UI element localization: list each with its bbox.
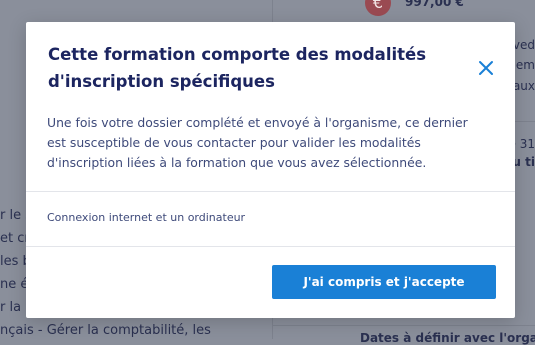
right-divider (272, 325, 535, 326)
requirement-item: Connexion internet et un ordinateur (47, 211, 246, 224)
right-column-text: u ti (512, 155, 535, 169)
right-column-text: aux (512, 79, 535, 93)
accept-button[interactable]: J'ai compris et j'accepte (272, 265, 496, 299)
divider (26, 191, 515, 192)
close-icon (479, 61, 493, 75)
session-dates-text: Dates à définir avec l'organis (360, 331, 535, 345)
close-button[interactable] (476, 58, 496, 78)
organization-logo: € (365, 0, 391, 16)
modal-title: Cette formation comporte des modalités d… (48, 45, 427, 91)
course-price: 997,00 € (405, 0, 464, 9)
divider (26, 246, 515, 247)
registration-modal: Cette formation comporte des modalités d… (26, 22, 515, 318)
modal-description: Une fois votre dossier complété et envoy… (47, 115, 468, 170)
